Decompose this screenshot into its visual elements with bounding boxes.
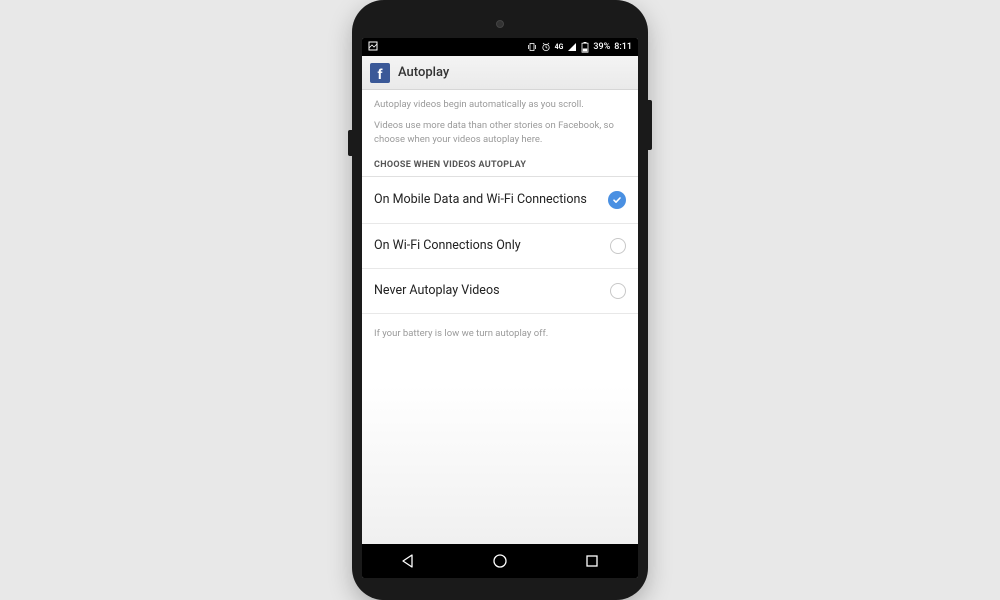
phone-frame: 4G 39% 8:11 f Autoplay Autoplay videos b… — [352, 0, 648, 600]
description-line-2: Videos use more data than other stories … — [374, 119, 626, 146]
facebook-icon: f — [370, 63, 390, 83]
android-nav-bar — [362, 544, 638, 578]
network-type-label: 4G — [555, 43, 564, 51]
status-right: 4G 39% 8:11 — [378, 42, 632, 53]
page-title: Autoplay — [398, 65, 449, 80]
app-header: f Autoplay — [362, 56, 638, 90]
battery-percent-label: 39% — [593, 42, 610, 52]
home-button[interactable] — [491, 552, 509, 570]
section-header: CHOOSE WHEN VIDEOS AUTOPLAY — [362, 156, 638, 177]
recent-apps-button[interactable] — [583, 552, 601, 570]
description-line-1: Autoplay videos begin automatically as y… — [374, 98, 626, 111]
phone-speaker-area — [362, 10, 638, 38]
footer-note: If your battery is low we turn autoplay … — [362, 314, 638, 353]
content-area: Autoplay videos begin automatically as y… — [362, 90, 638, 544]
radio-checked-icon — [608, 191, 626, 209]
option-never[interactable]: Never Autoplay Videos — [362, 269, 638, 314]
signal-icon — [567, 42, 577, 52]
back-button[interactable] — [399, 552, 417, 570]
photo-notification-icon — [368, 41, 378, 51]
radio-empty-icon — [610, 283, 626, 299]
phone-screen: 4G 39% 8:11 f Autoplay Autoplay videos b… — [362, 38, 638, 578]
status-bar: 4G 39% 8:11 — [362, 38, 638, 56]
clock-label: 8:11 — [614, 42, 632, 52]
description-block: Autoplay videos begin automatically as y… — [362, 90, 638, 156]
status-left — [368, 41, 378, 54]
vibrate-icon — [527, 42, 537, 52]
option-label: Never Autoplay Videos — [374, 283, 610, 299]
front-camera-icon — [496, 20, 504, 28]
option-wifi-only[interactable]: On Wi-Fi Connections Only — [362, 224, 638, 269]
option-label: On Wi-Fi Connections Only — [374, 238, 610, 254]
radio-empty-icon — [610, 238, 626, 254]
alarm-icon — [541, 42, 551, 52]
battery-icon — [581, 42, 589, 53]
option-label: On Mobile Data and Wi-Fi Connections — [374, 192, 608, 208]
option-mobile-and-wifi[interactable]: On Mobile Data and Wi-Fi Connections — [362, 177, 638, 224]
